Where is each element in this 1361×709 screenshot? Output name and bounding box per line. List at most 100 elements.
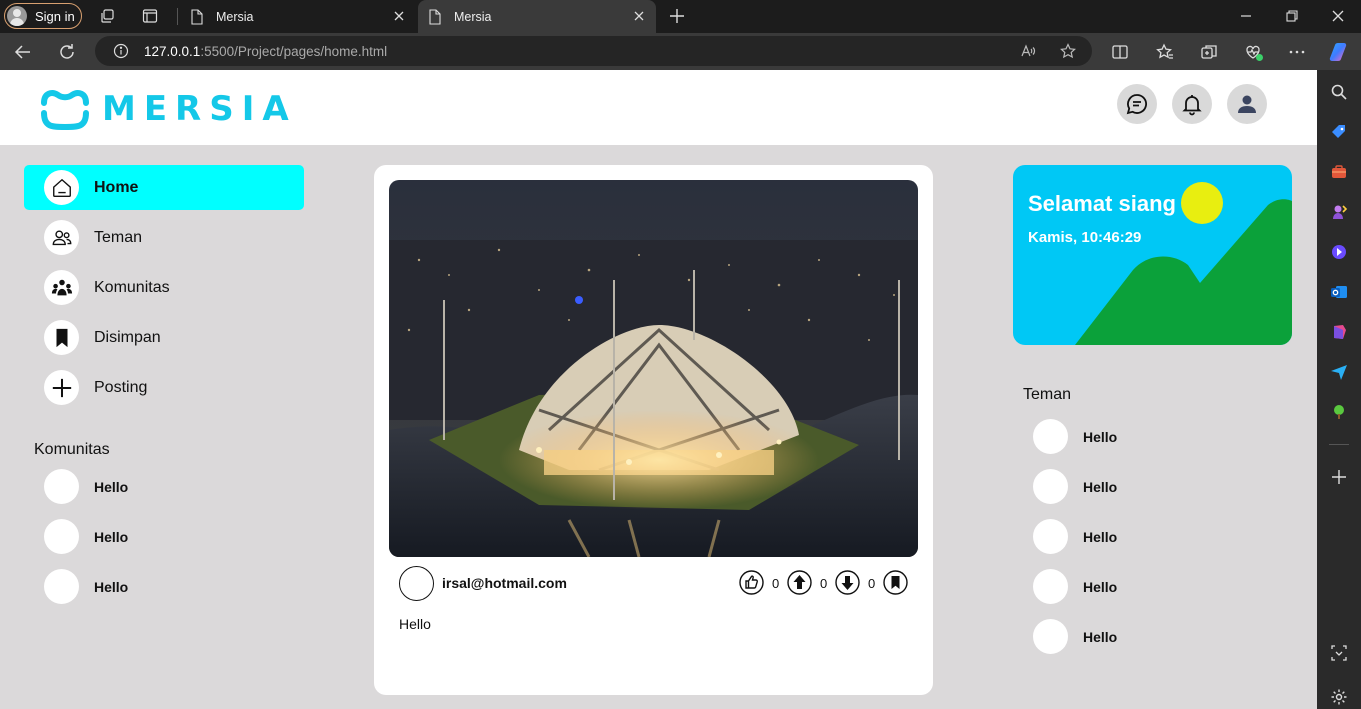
page-viewport: MERSIA Home Teman Komunitas Disimpan Pos…	[0, 70, 1317, 709]
friends-icon	[44, 220, 79, 255]
favorite-star-icon[interactable]	[1060, 43, 1076, 59]
community-avatar	[44, 469, 79, 504]
url-path: :5500/Project/pages/home.html	[200, 44, 388, 59]
sun-icon	[1181, 182, 1223, 224]
collections-icon[interactable]	[1200, 43, 1218, 61]
friend-name: Hello	[1083, 479, 1118, 495]
arrow-down-icon	[835, 570, 860, 595]
url-host: 127.0.0.1	[144, 44, 201, 59]
community-avatar	[44, 569, 79, 604]
greeting-datetime: Kamis, 10:46:29	[1028, 229, 1142, 246]
like-button[interactable]	[739, 570, 764, 595]
close-tab-icon[interactable]	[632, 9, 646, 23]
nav-item-teman[interactable]: Teman	[24, 215, 304, 260]
sign-in-button[interactable]: Sign in	[4, 3, 82, 29]
nav-item-disimpan[interactable]: Disimpan	[24, 315, 304, 360]
messages-button[interactable]	[1117, 84, 1157, 124]
close-tab-icon[interactable]	[392, 9, 406, 23]
community-name: Hello	[94, 529, 129, 545]
tab-actions-icon[interactable]	[142, 8, 158, 24]
bell-icon	[1182, 95, 1202, 116]
nav-item-home[interactable]: Home	[24, 165, 304, 210]
friend-item[interactable]: Hello	[1033, 619, 1233, 655]
tree-icon[interactable]	[1330, 403, 1348, 421]
nav-item-posting[interactable]: Posting	[24, 365, 304, 410]
site-info-icon[interactable]	[113, 43, 129, 59]
back-icon[interactable]	[13, 42, 33, 62]
brand-logo[interactable]: MERSIA	[38, 87, 297, 131]
read-aloud-icon[interactable]	[1020, 43, 1036, 59]
notifications-button[interactable]	[1172, 84, 1212, 124]
add-app-icon[interactable]	[1330, 468, 1348, 486]
new-tab-icon[interactable]	[669, 8, 685, 24]
minimize-icon[interactable]	[1238, 8, 1254, 24]
arrow-up-icon	[787, 570, 812, 595]
sign-in-label: Sign in	[35, 8, 75, 24]
friend-item[interactable]: Hello	[1033, 469, 1233, 505]
downvote-count: 0	[868, 576, 876, 591]
friend-name: Hello	[1083, 629, 1118, 645]
favorites-icon[interactable]	[1156, 43, 1174, 61]
nav-label: Teman	[94, 229, 143, 246]
screenshot-icon[interactable]	[1330, 644, 1348, 662]
split-screen-icon[interactable]	[1111, 43, 1129, 61]
friend-avatar	[1033, 419, 1068, 454]
downvote-button[interactable]	[835, 570, 860, 595]
office-icon[interactable]	[1330, 323, 1348, 341]
tools-briefcase-icon[interactable]	[1330, 163, 1348, 181]
post-author-email[interactable]: irsal@hotmail.com	[442, 575, 567, 591]
tab-mersia-2[interactable]: Mersia	[418, 0, 656, 33]
bookmark-icon	[44, 320, 79, 355]
friend-avatar	[1033, 619, 1068, 654]
communities-heading: Komunitas	[34, 441, 110, 458]
nav-item-komunitas[interactable]: Komunitas	[24, 265, 304, 310]
post-card: irsal@hotmail.com 0 0 0 Hello	[374, 165, 933, 695]
thumbs-up-icon	[739, 570, 764, 595]
greeting-title: Selamat siang	[1028, 191, 1176, 216]
outlook-icon[interactable]	[1330, 283, 1348, 301]
workspaces-icon[interactable]	[100, 8, 116, 24]
copilot-icon[interactable]	[1328, 41, 1350, 63]
friend-item[interactable]: Hello	[1033, 519, 1233, 555]
community-item[interactable]: Hello	[44, 469, 244, 505]
address-bar[interactable]: 127.0.0.1:5500/Project/pages/home.html	[95, 36, 1092, 66]
copilot-app-icon[interactable]	[1330, 243, 1348, 261]
friend-item[interactable]: Hello	[1033, 569, 1233, 605]
profile-avatar-icon	[7, 6, 27, 26]
friend-item[interactable]: Hello	[1033, 419, 1233, 455]
community-icon	[44, 270, 79, 305]
plus-icon	[44, 370, 79, 405]
friends-heading: Teman	[1023, 386, 1072, 403]
tab-mersia-1[interactable]: Mersia	[180, 0, 416, 33]
post-author-avatar[interactable]	[399, 566, 434, 601]
nav-label: Disimpan	[94, 329, 161, 346]
home-icon	[44, 170, 79, 205]
browser-essentials-icon[interactable]	[1244, 43, 1263, 61]
sidebar-divider	[1329, 444, 1349, 445]
search-icon[interactable]	[1330, 83, 1348, 101]
shopping-tag-icon[interactable]	[1330, 123, 1348, 141]
close-window-icon[interactable]	[1330, 8, 1346, 24]
nav-label: Home	[94, 179, 139, 196]
bookmark-icon	[883, 570, 908, 595]
profile-button[interactable]	[1227, 84, 1267, 124]
community-avatar	[44, 519, 79, 554]
post-image[interactable]	[389, 180, 918, 557]
upvote-button[interactable]	[787, 570, 812, 595]
brand-name: MERSIA	[102, 89, 297, 129]
settings-gear-icon[interactable]	[1330, 688, 1348, 706]
send-icon[interactable]	[1330, 363, 1348, 381]
community-item[interactable]: Hello	[44, 519, 244, 555]
browser-tab-bar: Sign in Mersia Mersia	[0, 0, 1361, 33]
tab-title: Mersia	[216, 9, 254, 24]
games-icon[interactable]	[1330, 203, 1348, 221]
save-post-button[interactable]	[883, 570, 908, 595]
more-menu-icon[interactable]	[1288, 43, 1306, 61]
tab-separator	[177, 8, 178, 25]
refresh-icon[interactable]	[57, 42, 77, 62]
restore-icon[interactable]	[1284, 8, 1300, 24]
friend-avatar	[1033, 569, 1068, 604]
post-caption: Hello	[399, 616, 431, 632]
friend-name: Hello	[1083, 429, 1118, 445]
community-item[interactable]: Hello	[44, 569, 244, 605]
